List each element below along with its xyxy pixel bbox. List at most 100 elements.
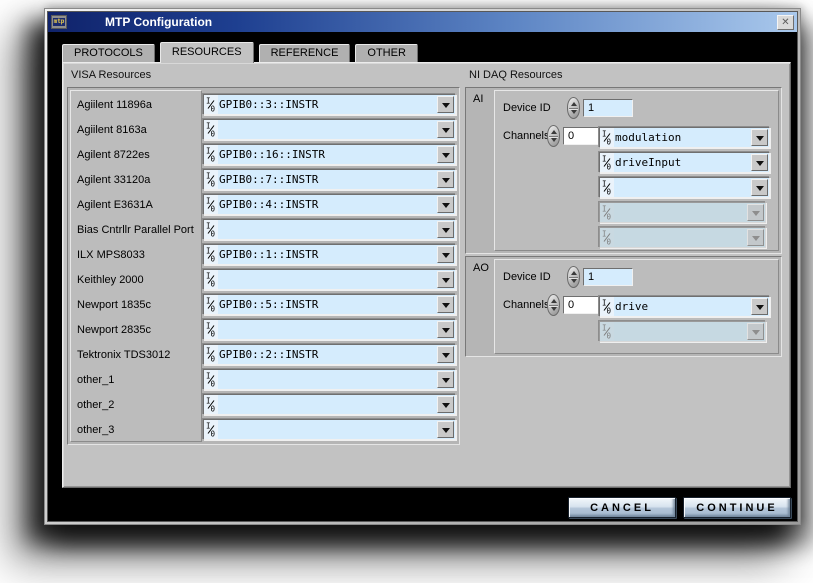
close-button[interactable]: ✕ [777, 15, 794, 30]
dropdown-arrow-button[interactable] [747, 229, 764, 246]
channels-label: Channels [503, 299, 547, 311]
dropdown-arrow-button[interactable] [437, 396, 454, 413]
tab-other[interactable]: OTHER [355, 44, 418, 62]
tab-protocols[interactable]: PROTOCOLS [62, 44, 155, 62]
svg-text:0: 0 [211, 180, 216, 188]
channels-field[interactable]: 0 [563, 296, 599, 314]
dropdown-value [218, 270, 436, 289]
dropdown-arrow-button[interactable] [437, 121, 454, 138]
io-resource-dropdown[interactable]: I0 [599, 321, 766, 342]
dropdown-arrow-button[interactable] [437, 146, 454, 163]
dropdown-arrow-button[interactable] [437, 371, 454, 388]
dropdown-value: modulation [614, 128, 750, 147]
dropdown-arrow-button[interactable] [751, 179, 768, 196]
increment-icon [571, 271, 577, 275]
dropdown-arrow-button[interactable] [751, 129, 768, 146]
device-id-field[interactable]: 1 [583, 99, 633, 117]
dropdown-arrow-button[interactable] [747, 323, 764, 340]
tab-reference[interactable]: REFERENCE [259, 44, 351, 62]
dropdown-arrow-button[interactable] [751, 154, 768, 171]
io-resource-dropdown[interactable]: I0 GPIB0::7::INSTR [203, 169, 456, 190]
visa-instrument-label: Keithley 2000 [70, 274, 203, 286]
io-resource-dropdown[interactable]: I0 GPIB0::16::INSTR [203, 144, 456, 165]
dropdown-arrow-button[interactable] [437, 196, 454, 213]
io-resource-dropdown[interactable]: I0 GPIB0::3::INSTR [203, 94, 456, 115]
increment-icon [551, 299, 557, 303]
io-resource-dropdown[interactable]: I0 [203, 269, 456, 290]
io-resource-dropdown[interactable]: I0 [203, 419, 456, 440]
dropdown-arrow-button[interactable] [437, 421, 454, 438]
daq-group-label: AI [473, 93, 483, 105]
io-resource-dropdown[interactable]: I0 driveInput [599, 152, 770, 173]
visa-io-icon: I0 [204, 370, 218, 389]
dropdown-arrow-button[interactable] [437, 296, 454, 313]
continue-button[interactable]: CONTINUE [683, 497, 791, 518]
cancel-button[interactable]: CANCEL [568, 497, 676, 518]
visa-io-icon: I0 [204, 245, 218, 264]
io-resource-dropdown[interactable]: I0 GPIB0::2::INSTR [203, 344, 456, 365]
window-frame: mtp MTP Configuration ✕ PROTOCOLS RESOURC… [44, 8, 801, 525]
numeric-spinner[interactable] [547, 125, 560, 147]
visa-resources-label: VISA Resources [71, 69, 151, 81]
dropdown-value: GPIB0::4::INSTR [218, 195, 436, 214]
dropdown-arrow-button[interactable] [437, 246, 454, 263]
visa-io-icon: I0 [600, 153, 614, 172]
numeric-spinner[interactable] [567, 97, 580, 119]
visa-row: Agiilent 11896a I0 GPIB0::3::INSTR [70, 92, 456, 117]
app-icon: mtp [51, 15, 67, 29]
io-resource-dropdown[interactable]: I0 [203, 394, 456, 415]
dropdown-value: driveInput [614, 153, 750, 172]
io-resource-dropdown[interactable]: I0 GPIB0::4::INSTR [203, 194, 456, 215]
io-resource-dropdown[interactable]: I0 [203, 119, 456, 140]
ni-daq-resources-label: NI DAQ Resources [469, 69, 563, 81]
io-resource-dropdown[interactable]: I0 [203, 319, 456, 340]
io-resource-dropdown[interactable]: I0 GPIB0::5::INSTR [203, 294, 456, 315]
close-icon: ✕ [781, 17, 789, 28]
dropdown-arrow-button[interactable] [437, 346, 454, 363]
io-resource-dropdown[interactable]: I0 drive [599, 296, 770, 317]
numeric-spinner[interactable] [547, 294, 560, 316]
io-resource-dropdown[interactable]: I0 [599, 202, 766, 223]
dialog-client-area: PROTOCOLS RESOURCES REFERENCEOTHER VISA Re… [48, 32, 797, 521]
chevron-down-icon [756, 186, 764, 191]
dropdown-arrow-button[interactable] [747, 204, 764, 221]
svg-text:0: 0 [607, 238, 612, 246]
io-resource-dropdown[interactable]: I0 [599, 177, 770, 198]
visa-io-icon: I0 [600, 203, 614, 222]
dropdown-arrow-button[interactable] [437, 271, 454, 288]
dropdown-arrow-button[interactable] [437, 171, 454, 188]
io-resource-dropdown[interactable]: I0 modulation [599, 127, 770, 148]
device-id-field[interactable]: 1 [583, 268, 633, 286]
io-resource-dropdown[interactable]: I0 [599, 227, 766, 248]
decrement-icon [571, 279, 577, 283]
daq-group: AI Device ID 1 Channels 0 I0 modulation … [465, 87, 782, 254]
svg-text:0: 0 [211, 430, 216, 438]
visa-row: ILX MPS8033 I0 GPIB0::1::INSTR [70, 242, 456, 267]
visa-io-icon: I0 [204, 145, 218, 164]
io-resource-dropdown[interactable]: I0 GPIB0::1::INSTR [203, 244, 456, 265]
tab-resources[interactable]: RESOURCES [160, 42, 254, 63]
svg-text:0: 0 [607, 163, 612, 171]
dropdown-arrow-button[interactable] [751, 298, 768, 315]
numeric-spinner[interactable] [567, 266, 580, 288]
daq-group-panel: Device ID 1 Channels 0 I0 drive I0 [494, 259, 779, 354]
dropdown-value [218, 395, 436, 414]
chevron-down-icon [442, 403, 450, 408]
visa-io-icon: I0 [600, 297, 614, 316]
dropdown-arrow-button[interactable] [437, 96, 454, 113]
io-resource-dropdown[interactable]: I0 [203, 219, 456, 240]
chevron-down-icon [442, 253, 450, 258]
visa-row: Agilent 8722es I0 GPIB0::16::INSTR [70, 142, 456, 167]
chevron-down-icon [442, 278, 450, 283]
tab-strip: PROTOCOLS RESOURCES REFERENCEOTHER [62, 41, 793, 62]
svg-text:0: 0 [607, 332, 612, 340]
svg-text:0: 0 [211, 330, 216, 338]
visa-row: other_3 I0 [70, 417, 456, 442]
channels-field[interactable]: 0 [563, 127, 599, 145]
dropdown-arrow-button[interactable] [437, 321, 454, 338]
daq-group: AO Device ID 1 Channels 0 I0 drive I0 [465, 256, 782, 357]
title-bar[interactable]: mtp MTP Configuration ✕ [48, 12, 797, 32]
dropdown-arrow-button[interactable] [437, 221, 454, 238]
visa-instrument-label: Agilent E3631A [70, 199, 203, 211]
io-resource-dropdown[interactable]: I0 [203, 369, 456, 390]
